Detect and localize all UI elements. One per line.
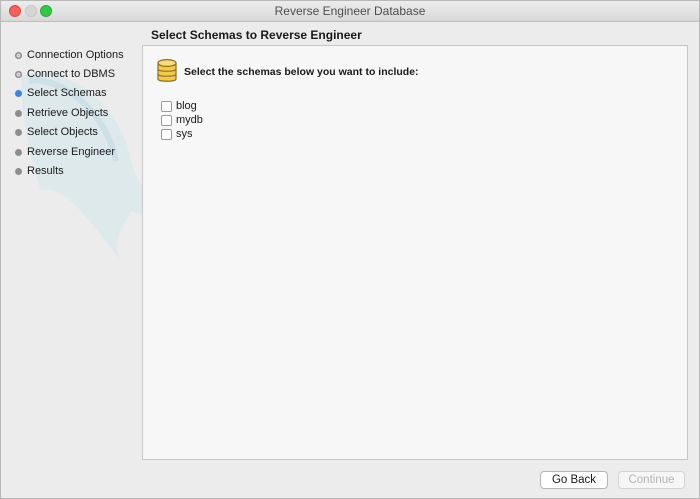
step-connection-options: Connection Options [15,47,124,63]
step-status-icon [15,167,22,175]
step-current-icon [15,89,22,97]
step-label: Connection Options [27,49,124,61]
step-label: Retrieve Objects [27,107,109,119]
go-back-button[interactable]: Go Back [540,471,608,489]
schema-selection-panel: Select the schemas below you want to inc… [142,45,688,460]
schema-option-sys[interactable]: sys [161,127,193,141]
step-status-icon [15,128,22,136]
wizard-steps-sidebar: Connection Options Connect to DBMS Selec… [1,22,141,492]
schema-checkbox[interactable] [161,128,172,140]
step-label: Select Schemas [27,87,107,99]
page-title: Select Schemas to Reverse Engineer [151,28,362,42]
step-status-icon [15,51,22,59]
schema-label[interactable]: mydb [176,114,203,126]
step-connect-to-dbms: Connect to DBMS [15,66,115,82]
title-bar: Reverse Engineer Database [1,1,699,22]
step-label: Select Objects [27,126,98,138]
step-label: Results [27,165,64,177]
schema-label[interactable]: sys [176,128,193,140]
schema-label[interactable]: blog [176,100,197,112]
database-icon [157,58,177,82]
step-status-icon [15,109,22,117]
step-label: Reverse Engineer [27,146,116,158]
step-results: Results [15,163,64,179]
window-title: Reverse Engineer Database [274,4,426,18]
step-label: Connect to DBMS [27,68,116,80]
instruction-text: Select the schemas below you want to inc… [184,66,419,78]
schema-option-blog[interactable]: blog [161,99,197,113]
step-status-icon [15,148,22,156]
step-select-schemas: Select Schemas [15,85,106,101]
schema-option-mydb[interactable]: mydb [161,113,203,127]
step-select-objects: Select Objects [15,124,98,140]
step-status-icon [15,70,22,78]
schema-checkbox[interactable] [161,100,172,112]
schema-checkbox[interactable] [161,114,172,126]
step-reverse-engineer: Reverse Engineer [15,144,115,160]
step-retrieve-objects: Retrieve Objects [15,105,108,121]
continue-button[interactable]: Continue [618,471,685,489]
reverse-engineer-window: Reverse Engineer Database Connection Opt… [0,0,700,499]
